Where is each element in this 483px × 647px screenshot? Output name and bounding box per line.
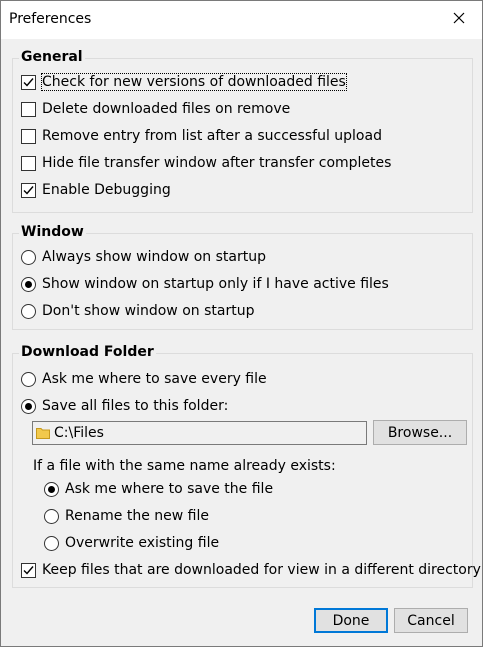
checkbox[interactable] <box>21 182 36 198</box>
option-label: Check for new versions of downloaded fil… <box>41 73 347 91</box>
radio[interactable] <box>21 276 36 292</box>
general-heading: General <box>19 49 85 65</box>
ask-every-file-option[interactable]: Ask me where to save every file <box>21 369 267 389</box>
option-label: Overwrite existing file <box>65 535 220 551</box>
check-icon <box>23 185 34 195</box>
option-label: Keep files that are downloaded for view … <box>42 562 481 578</box>
rename-new-option[interactable]: Rename the new file <box>44 506 209 526</box>
option-label: Enable Debugging <box>42 182 171 198</box>
checkbox[interactable] <box>21 562 36 578</box>
radio[interactable] <box>21 303 36 319</box>
dont-show-option[interactable]: Don't show window on startup <box>21 301 254 321</box>
option-label: Save all files to this folder: <box>42 398 229 414</box>
folder-icon <box>36 427 50 439</box>
radio[interactable] <box>44 481 59 497</box>
close-icon <box>453 12 465 28</box>
same-name-prompt: If a file with the same name already exi… <box>33 458 336 474</box>
keep-files-option[interactable]: Keep files that are downloaded for view … <box>21 560 481 580</box>
browse-button[interactable]: Browse... <box>373 420 467 445</box>
radio[interactable] <box>21 249 36 265</box>
option-label: Delete downloaded files on remove <box>42 101 291 117</box>
cancel-button[interactable]: Cancel <box>394 608 468 633</box>
option-label: Show window on startup only if I have ac… <box>42 276 389 292</box>
folder-path-text: C:\Files <box>54 425 104 441</box>
hide-transfer-window-option[interactable]: Hide file transfer window after transfer… <box>21 153 391 173</box>
enable-debugging-option[interactable]: Enable Debugging <box>21 180 171 200</box>
title-bar: Preferences <box>1 1 482 39</box>
radio[interactable] <box>44 508 59 524</box>
checkbox[interactable] <box>21 155 36 171</box>
always-show-option[interactable]: Always show window on startup <box>21 247 266 267</box>
option-label: Always show window on startup <box>42 249 266 265</box>
folder-path-field[interactable]: C:\Files <box>32 421 367 445</box>
download-folder-group: Download Folder Ask me where to save eve… <box>12 344 481 588</box>
save-all-option[interactable]: Save all files to this folder: <box>21 396 228 416</box>
check-new-versions-option[interactable]: Check for new versions of downloaded fil… <box>21 72 347 92</box>
checkbox[interactable] <box>21 101 36 117</box>
option-label: Don't show window on startup <box>42 303 255 319</box>
preferences-dialog: Preferences General Check for new versio… <box>0 0 483 647</box>
window-heading: Window <box>19 224 86 240</box>
option-label: Hide file transfer window after transfer… <box>42 155 392 171</box>
option-label: Remove entry from list after a successfu… <box>42 128 382 144</box>
overwrite-option[interactable]: Overwrite existing file <box>44 533 219 553</box>
done-button[interactable]: Done <box>314 608 388 633</box>
option-label: Ask me where to save every file <box>42 371 267 387</box>
check-icon <box>23 77 34 87</box>
window-group: Window Always show window on startup Sho… <box>12 224 473 330</box>
show-if-active-option[interactable]: Show window on startup only if I have ac… <box>21 274 389 294</box>
radio[interactable] <box>44 535 59 551</box>
check-icon <box>23 565 34 575</box>
option-label: Rename the new file <box>65 508 209 524</box>
option-label: Ask me where to save the file <box>65 481 274 497</box>
window-title: Preferences <box>9 11 92 27</box>
radio[interactable] <box>21 398 36 414</box>
checkbox[interactable] <box>21 128 36 144</box>
radio[interactable] <box>21 371 36 387</box>
ask-where-save-option[interactable]: Ask me where to save the file <box>44 479 273 499</box>
general-group: General Check for new versions of downlo… <box>12 49 473 213</box>
delete-downloaded-option[interactable]: Delete downloaded files on remove <box>21 99 290 119</box>
checkbox[interactable] <box>21 74 36 90</box>
remove-entry-option[interactable]: Remove entry from list after a successfu… <box>21 126 382 146</box>
close-button[interactable] <box>436 1 482 39</box>
download-folder-heading: Download Folder <box>19 344 156 360</box>
